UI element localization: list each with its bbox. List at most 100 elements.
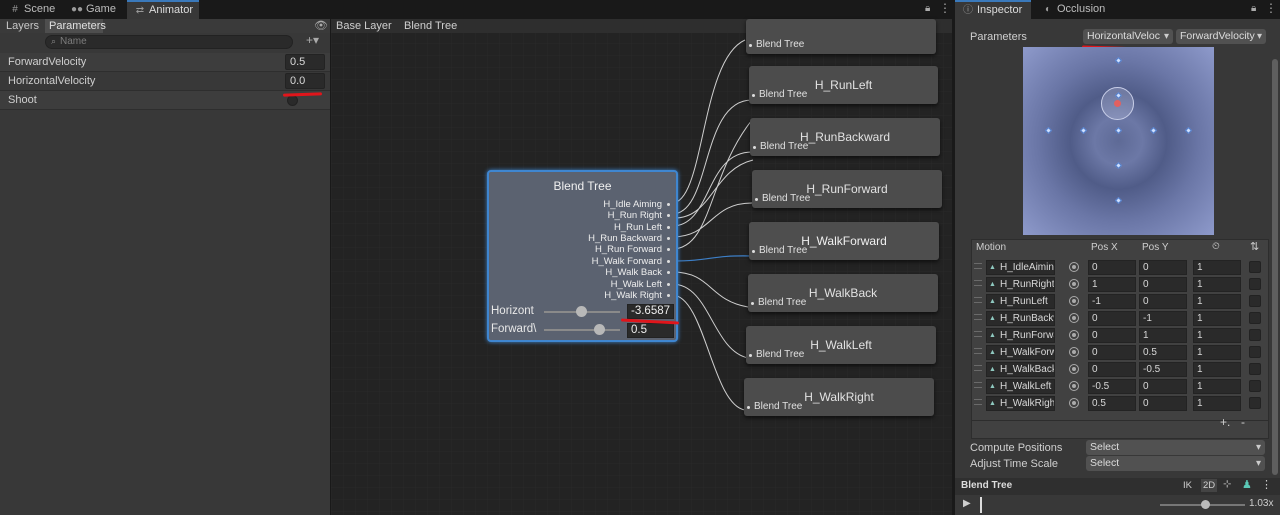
pos-y-field[interactable]: 0 — [1139, 294, 1187, 309]
compute-positions-dropdown[interactable]: Select — [1086, 440, 1265, 455]
mirror-checkbox[interactable] — [1249, 295, 1261, 307]
motion-row[interactable]: H_RunLeft -101 — [971, 293, 1261, 310]
ik-toggle[interactable]: IK — [1183, 480, 1192, 491]
time-scale-field[interactable]: 1 — [1193, 277, 1241, 292]
time-scale-field[interactable]: 1 — [1193, 396, 1241, 411]
mirror-checkbox[interactable] — [1249, 278, 1261, 290]
mirror-checkbox[interactable] — [1249, 261, 1261, 273]
inspector-scrollbar[interactable] — [1272, 59, 1278, 475]
motion-field[interactable]: H_RunLeft — [986, 294, 1055, 309]
pos-x-field[interactable]: -0.5 — [1088, 379, 1136, 394]
motion-field[interactable]: H_RunBackwar — [986, 311, 1055, 326]
drag-handle-icon[interactable] — [974, 348, 982, 354]
param-y-dropdown[interactable]: ForwardVelocity — [1176, 29, 1266, 44]
object-picker-icon[interactable] — [1069, 364, 1079, 374]
child-node[interactable]: H_WalkForward Blend Tree — [749, 222, 939, 260]
motion-row[interactable]: H_RunBackwar 0-1 1 — [971, 310, 1261, 327]
object-picker-icon[interactable] — [1069, 381, 1079, 391]
motion-field[interactable]: H_WalkForwar — [986, 345, 1055, 360]
avatar-icon[interactable]: ♟ — [1242, 478, 1252, 491]
pos-y-field[interactable]: 0 — [1139, 396, 1187, 411]
object-picker-icon[interactable] — [1069, 398, 1079, 408]
blend-tree-node[interactable]: Blend Tree H_Idle Aiming H_Run Right H_R… — [487, 170, 678, 342]
drag-handle-icon[interactable] — [974, 297, 982, 303]
forward-param-field[interactable]: 0.5 — [627, 323, 674, 338]
adjust-time-dropdown[interactable]: Select — [1086, 456, 1265, 471]
drag-handle-icon[interactable] — [974, 280, 982, 286]
pos-x-field[interactable]: 0 — [1088, 328, 1136, 343]
time-scale-field[interactable]: 1 — [1193, 345, 1241, 360]
object-picker-icon[interactable] — [1069, 296, 1079, 306]
mirror-checkbox[interactable] — [1249, 380, 1261, 392]
motion-row[interactable]: H_IdleAiming001 — [971, 259, 1261, 276]
param-x-dropdown[interactable]: HorizontalVeloc — [1083, 29, 1173, 44]
pos-y-field[interactable]: -1 — [1139, 311, 1187, 326]
horizontal-slider-handle[interactable] — [576, 306, 587, 317]
blend-motion-point[interactable] — [1114, 161, 1122, 169]
blend-motion-point[interactable] — [1044, 126, 1052, 134]
motion-field[interactable]: H_RunRight — [986, 277, 1055, 292]
motion-row[interactable]: H_WalkForwar 00.5 1 — [971, 344, 1261, 361]
mirror-checkbox[interactable] — [1249, 363, 1261, 375]
time-scale-field[interactable]: 1 — [1193, 294, 1241, 309]
child-node[interactable]: H_RunLeft Blend Tree — [749, 66, 938, 104]
horizontal-param-field[interactable]: -3.6587 — [627, 304, 674, 319]
motion-field[interactable]: H_RunForward — [986, 328, 1055, 343]
forward-slider-track[interactable] — [544, 329, 620, 331]
blend-motion-point[interactable] — [1114, 56, 1122, 64]
pos-x-field[interactable]: 0.5 — [1088, 396, 1136, 411]
child-node[interactable]: H_RunForward Blend Tree — [752, 170, 942, 208]
pos-x-field[interactable]: 0 — [1088, 311, 1136, 326]
motion-field[interactable]: H_WalkBack — [986, 362, 1055, 377]
pivot-icon[interactable]: ⊹ — [1223, 479, 1231, 490]
mirror-checkbox[interactable] — [1249, 329, 1261, 341]
time-scale-field[interactable]: 1 — [1193, 362, 1241, 377]
drag-handle-icon[interactable] — [974, 382, 982, 388]
blend-position-marker[interactable] — [1114, 100, 1121, 107]
motion-row[interactable]: H_WalkLeft -0.501 — [971, 378, 1261, 395]
preview-menu-icon[interactable]: ⋮ — [1261, 478, 1272, 491]
time-scale-field[interactable]: 1 — [1193, 328, 1241, 343]
drag-handle-icon[interactable] — [974, 314, 982, 320]
child-node[interactable]: H_WalkBack Blend Tree — [748, 274, 938, 312]
blend-motion-point[interactable] — [1114, 196, 1122, 204]
motion-field[interactable]: H_WalkRight — [986, 396, 1055, 411]
object-picker-icon[interactable] — [1069, 279, 1079, 289]
object-picker-icon[interactable] — [1069, 262, 1079, 272]
object-picker-icon[interactable] — [1069, 313, 1079, 323]
pos-y-field[interactable]: 1 — [1139, 328, 1187, 343]
pos-y-field[interactable]: -0.5 — [1139, 362, 1187, 377]
time-scale-field[interactable]: 1 — [1193, 260, 1241, 275]
time-scale-field[interactable]: 1 — [1193, 379, 1241, 394]
pos-y-field[interactable]: 0 — [1139, 260, 1187, 275]
child-node[interactable]: Blend Tree — [746, 19, 936, 54]
2d-toggle[interactable]: 2D — [1201, 479, 1218, 492]
drag-handle-icon[interactable] — [974, 399, 982, 405]
mirror-checkbox[interactable] — [1249, 397, 1261, 409]
pos-x-field[interactable]: 0 — [1088, 345, 1136, 360]
motion-field[interactable]: H_IdleAiming — [986, 260, 1055, 275]
blend-motion-point[interactable] — [1149, 126, 1157, 134]
motion-row[interactable]: H_RunRight 101 — [971, 276, 1261, 293]
pos-y-field[interactable]: 0.5 — [1139, 345, 1187, 360]
motion-field[interactable]: H_WalkLeft — [986, 379, 1055, 394]
mirror-checkbox[interactable] — [1249, 346, 1261, 358]
motion-row[interactable]: H_RunForward011 — [971, 327, 1261, 344]
speed-slider-handle[interactable] — [1201, 500, 1210, 509]
timeline-cursor[interactable] — [980, 497, 982, 513]
forward-slider-handle[interactable] — [594, 324, 605, 335]
blend-space-view[interactable] — [1023, 47, 1214, 235]
add-motion-button[interactable]: +. — [1220, 415, 1230, 429]
motion-row[interactable]: H_WalkRight 0.501 — [971, 395, 1261, 412]
blend-motion-point[interactable] — [1114, 126, 1122, 134]
drag-handle-icon[interactable] — [974, 331, 982, 337]
mirror-checkbox[interactable] — [1249, 312, 1261, 324]
play-icon[interactable]: ▶ — [963, 498, 971, 509]
drag-handle-icon[interactable] — [974, 263, 982, 269]
pos-x-field[interactable]: -1 — [1088, 294, 1136, 309]
blend-motion-point[interactable] — [1079, 126, 1087, 134]
drag-handle-icon[interactable] — [974, 365, 982, 371]
object-picker-icon[interactable] — [1069, 347, 1079, 357]
pos-x-field[interactable]: 0 — [1088, 260, 1136, 275]
blend-motion-point[interactable] — [1184, 126, 1192, 134]
